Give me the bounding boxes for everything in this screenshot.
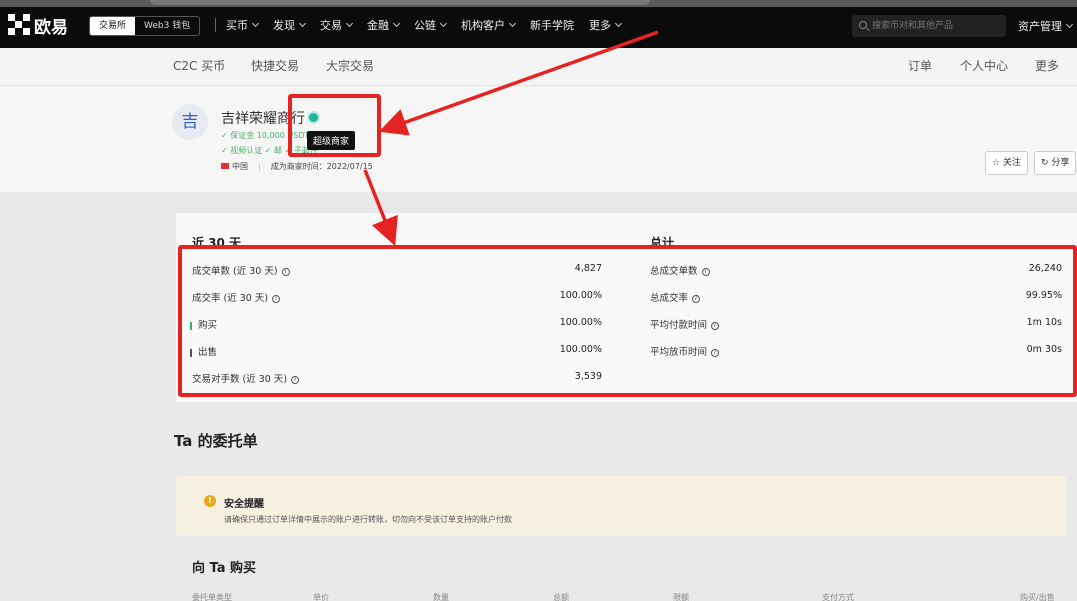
- notice-title: 安全提醒: [224, 499, 264, 510]
- tab-orders[interactable]: 订单: [908, 57, 932, 74]
- avatar: 吉: [172, 104, 208, 140]
- col-limit: 限额: [673, 593, 689, 601]
- main-nav: 买币 发现 交易 金融 公链 机构客户 新手学院 更多: [215, 17, 623, 33]
- stats-30d-title: 近 30 天: [192, 236, 242, 250]
- col-buy-sell: 购买/出售: [1020, 593, 1055, 601]
- stat-label-orders-30d: 成交单数 (近 30 天) i: [192, 263, 290, 277]
- tab-c2c-buy[interactable]: C2C 买币: [173, 57, 225, 74]
- okx-logo-icon: [8, 14, 30, 36]
- tab-block-trade[interactable]: 大宗交易: [326, 57, 374, 74]
- merchant-name: 吉祥荣耀商行: [221, 111, 305, 127]
- nav-trade[interactable]: 交易: [320, 17, 354, 33]
- stat-label-avg-pay-time: 平均付款时间 i: [650, 317, 720, 331]
- col-price: 单价: [313, 593, 329, 601]
- col-quantity: 数量: [433, 593, 449, 601]
- nav-more[interactable]: 更多: [589, 17, 623, 33]
- info-icon: i: [711, 348, 720, 357]
- stat-value-orders-30d: 4,827: [574, 263, 602, 274]
- nav-buy-crypto[interactable]: 买币: [226, 17, 260, 33]
- stat-label-buy: 购买: [190, 317, 217, 331]
- merchant-info: 中国 | 成为商家时间：2022/07/15: [221, 161, 373, 172]
- deposit-line: ✓ 保证金 10,000 USDT: [221, 131, 310, 140]
- stat-value-buy: 100.00%: [559, 317, 602, 328]
- stat-value-rate-30d: 100.00%: [559, 290, 602, 301]
- share-icon: ↻: [1041, 158, 1052, 168]
- stat-label-avg-release-time: 平均放币时间 i: [650, 344, 720, 358]
- info-icon: i: [272, 294, 281, 303]
- col-order-type: 委托单类型: [192, 593, 232, 601]
- tab-quick-trade[interactable]: 快捷交易: [251, 57, 299, 74]
- stat-value-sell: 100.00%: [559, 344, 602, 355]
- info-icon: i: [291, 375, 300, 384]
- nav-chain[interactable]: 公链: [414, 17, 448, 33]
- browser-strip: [0, 0, 1077, 7]
- merchant-header: 吉 吉祥荣耀商行 ✓ 保证金 10,000 USDT ✓ 视频认证 ✓ 邮 ✓ …: [0, 86, 1077, 192]
- merchant-since: 成为商家时间：2022/07/15: [270, 162, 373, 171]
- buy-from-ta-title: 向 Ta 购买: [192, 561, 257, 576]
- nav-academy[interactable]: 新手学院: [530, 17, 574, 33]
- seg-exchange[interactable]: 交易所: [90, 17, 136, 35]
- seg-web3-wallet[interactable]: Web3 钱包: [135, 17, 199, 35]
- nav-institutional[interactable]: 机构客户: [461, 17, 517, 33]
- tab-user-center[interactable]: 个人中心: [960, 57, 1008, 74]
- region: 中国: [221, 161, 248, 172]
- super-merchant-tooltip: 超级商家: [307, 131, 356, 150]
- verification-line: ✓ 视频认证 ✓ 邮 ✓ 子邮件: [221, 146, 318, 155]
- security-notice: ! 安全提醒 请确保只通过订单详情中展示的账户进行转账，切勿向不受该订单支持的账…: [176, 476, 1066, 536]
- col-total: 总额: [553, 593, 569, 601]
- stat-value-total-orders: 26,240: [1028, 263, 1062, 274]
- stats-card: 近 30 天 总计 成交单数 (近 30 天) i 4,827 成交率 (近 30…: [176, 212, 1077, 402]
- search-input[interactable]: 搜索币对和其他产品: [852, 15, 1006, 37]
- flag-icon: [221, 163, 229, 169]
- tab-more[interactable]: 更多: [1035, 57, 1059, 74]
- asset-management-link[interactable]: 资产管理: [1018, 18, 1074, 34]
- stat-label-total-orders: 总成交单数 i: [650, 263, 710, 277]
- info-icon: i: [692, 294, 701, 303]
- info-icon: i: [711, 321, 720, 330]
- stat-value-total-rate: 99.95%: [1025, 290, 1062, 301]
- orders-section-title: Ta 的委托单: [174, 432, 258, 450]
- nav-discover[interactable]: 发现: [273, 17, 307, 33]
- stat-label-rate-30d: 成交率 (近 30 天) i: [192, 290, 281, 304]
- follow-button[interactable]: ☆ 关注: [985, 151, 1028, 175]
- warning-icon: !: [204, 495, 216, 507]
- sub-navbar: C2C 买币 快捷交易 大宗交易 订单 个人中心 更多: [0, 48, 1077, 86]
- stat-value-avg-pay-time: 1m 10s: [1026, 317, 1062, 328]
- info-icon: i: [701, 267, 710, 276]
- share-button[interactable]: ↻ 分享: [1034, 151, 1077, 175]
- stats-total-title: 总计: [650, 236, 675, 250]
- notice-text: 请确保只通过订单详情中展示的账户进行转账，切勿向不受该订单支持的账户付款: [224, 515, 512, 524]
- stat-value-counterparties: 3,539: [574, 371, 602, 382]
- brand-name: 欧易: [34, 17, 68, 38]
- search-icon: [859, 21, 867, 29]
- product-switch[interactable]: 交易所 Web3 钱包: [89, 16, 201, 36]
- verified-badge-icon[interactable]: [307, 111, 320, 124]
- col-payment: 支付方式: [822, 593, 854, 601]
- stat-label-total-rate: 总成交率 i: [650, 290, 701, 304]
- stat-label-counterparties: 交易对手数 (近 30 天) i: [192, 371, 300, 385]
- stat-label-sell: 出售: [190, 344, 217, 358]
- top-navbar: 欧易 交易所 Web3 钱包 买币 发现 交易 金融 公链 机构客户 新手学院 …: [0, 0, 1077, 48]
- stat-value-avg-release-time: 0m 30s: [1026, 344, 1062, 355]
- brand-logo[interactable]: 欧易: [8, 13, 68, 38]
- nav-finance[interactable]: 金融: [367, 17, 401, 33]
- info-icon: i: [281, 267, 290, 276]
